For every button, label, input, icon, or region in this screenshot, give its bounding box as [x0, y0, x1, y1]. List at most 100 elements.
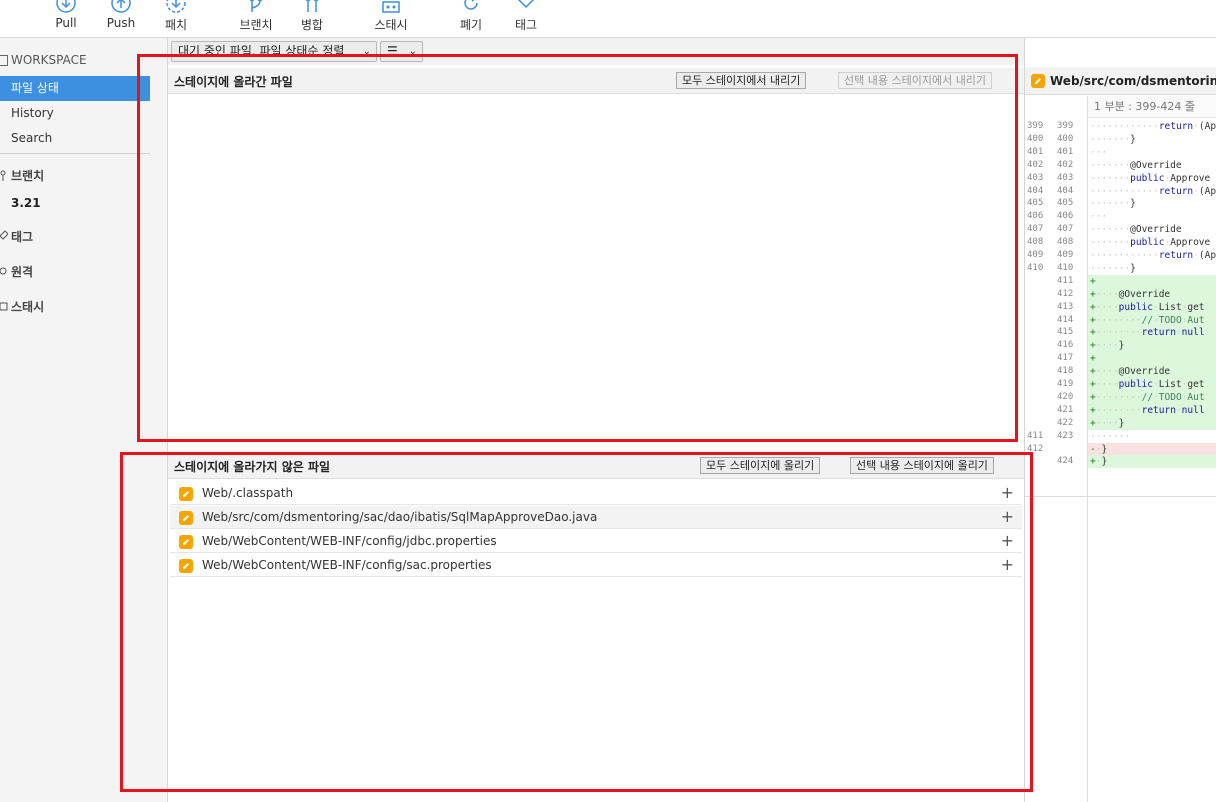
sidebar-section-tags[interactable]: 태그 — [0, 225, 33, 247]
diff-line: ·······@Override — [1090, 224, 1182, 236]
new-line-number: 424 — [1057, 456, 1074, 467]
diff-line: +····@Override — [1088, 365, 1216, 379]
modified-file-icon — [179, 487, 193, 501]
patch-button[interactable]: 패치 — [162, 0, 190, 36]
unstage-all-button[interactable]: 모두 스테이지에서 내리기 — [676, 72, 807, 89]
new-line-number: 410 — [1057, 262, 1074, 273]
push-icon — [110, 0, 132, 14]
sort-dropdown-value: 대기 중인 파일, 파일 상태순 정렬 — [178, 44, 345, 58]
new-line-number: 422 — [1057, 417, 1074, 428]
diff-line: ·······@Override — [1090, 159, 1182, 171]
diff-line: ······· — [1090, 430, 1131, 442]
file-row[interactable]: Web/.classpath + — [170, 482, 1022, 505]
new-line-number: 413 — [1057, 301, 1074, 312]
tag-button[interactable]: 태그 — [512, 0, 540, 36]
diff-line: +········return·null — [1088, 403, 1216, 417]
discard-icon — [460, 0, 482, 14]
file-row[interactable]: Web/src/com/dsmentoring/sac/dao/ibatis/S… — [170, 506, 1022, 529]
app-window: Pull Push 패치 브랜치 병합 스태시 폐기 태그 WORKSPACE … — [0, 0, 1216, 802]
old-line-number: 403 — [1027, 172, 1044, 183]
sidebar-item-search[interactable]: Search — [0, 126, 150, 151]
modified-file-icon — [179, 511, 193, 525]
old-line-number: 410 — [1027, 262, 1044, 273]
old-line-number: 408 — [1027, 237, 1044, 248]
pull-icon — [55, 0, 77, 14]
old-line-number: 412 — [1027, 443, 1044, 454]
remotes-label: 원격 — [11, 264, 34, 279]
tags-label: 태그 — [11, 229, 34, 244]
branch-icon — [245, 0, 267, 14]
patch-icon — [165, 0, 187, 14]
branches-label: 브랜치 — [11, 168, 45, 183]
staged-files-list[interactable] — [168, 95, 1024, 445]
old-line-number: 401 — [1027, 146, 1044, 157]
stash-label: 스태시 — [374, 18, 408, 32]
branch-button[interactable]: 브랜치 — [237, 0, 275, 36]
file-path: Web/src/com/dsmentoring/sac/dao/ibatis/S… — [202, 510, 598, 524]
stash-icon — [380, 0, 402, 14]
old-line-number: 405 — [1027, 198, 1044, 209]
file-row[interactable]: Web/WebContent/WEB-INF/config/jdbc.prope… — [170, 530, 1022, 553]
diff-line: -·} — [1088, 442, 1216, 456]
branch-label: 브랜치 — [239, 18, 273, 32]
diff-line: ············return·(App — [1090, 121, 1216, 132]
new-line-number: 408 — [1057, 237, 1074, 248]
pull-button[interactable]: Pull — [52, 0, 80, 36]
patch-label: 패치 — [164, 18, 188, 32]
stage-file-icon[interactable]: + — [1001, 556, 1014, 574]
push-button[interactable]: Push — [105, 0, 137, 36]
sidebar-section-remotes[interactable]: 원격 — [0, 260, 33, 282]
file-path: Web/WebContent/WEB-INF/config/sac.proper… — [202, 558, 492, 572]
stage-all-button[interactable]: 모두 스테이지에 올리기 — [700, 457, 821, 474]
new-line-number: 415 — [1057, 327, 1074, 338]
code-filler — [1087, 496, 1216, 802]
new-line-number: 407 — [1057, 224, 1074, 235]
sidebar-item-label: History — [11, 106, 54, 120]
new-line-number: 402 — [1057, 159, 1074, 170]
stash-button[interactable]: 스태시 — [372, 0, 410, 36]
sidebar-item-history[interactable]: History — [0, 101, 150, 126]
gutter-filler — [1025, 496, 1087, 802]
workspace-label: WORKSPACE — [11, 53, 87, 67]
new-line-number: 419 — [1057, 379, 1074, 389]
sidebar-item-file-status[interactable]: 파일 상태 — [0, 76, 150, 101]
current-branch[interactable]: 3.21 — [11, 196, 41, 210]
diff-line: +····} — [1088, 416, 1216, 430]
sidebar-item-label: Search — [11, 131, 53, 145]
file-row[interactable]: Web/WebContent/WEB-INF/config/sac.proper… — [170, 554, 1022, 577]
sidebar-section-stashes[interactable]: 스태시 — [0, 295, 44, 317]
diff-line: ············return·(App — [1090, 250, 1216, 261]
sort-dropdown[interactable]: 대기 중인 파일, 파일 상태순 정렬 ⌄ — [171, 41, 377, 62]
discard-button[interactable]: 폐기 — [457, 0, 485, 36]
stage-file-icon[interactable]: + — [1001, 508, 1014, 526]
stage-file-icon[interactable]: + — [1001, 532, 1014, 550]
old-line-number: 411 — [1027, 430, 1044, 441]
workspace-header: WORKSPACE — [0, 50, 87, 70]
new-line-number: 414 — [1057, 314, 1074, 325]
tag-small-icon — [0, 230, 9, 242]
view-dropdown[interactable]: ☰ ⌄ — [380, 41, 423, 62]
staged-files-header: 스테이지에 올라간 파일 모두 스테이지에서 내리기 선택 내용 스테이지에서 … — [168, 68, 1024, 94]
diff-line: + — [1088, 352, 1216, 366]
sidebar-section-branches[interactable]: 브랜치 — [0, 164, 44, 186]
new-line-number: 420 — [1057, 391, 1074, 402]
pull-label: Pull — [55, 16, 77, 30]
diff-line: +········//·TODO·Aut — [1088, 313, 1216, 327]
diff-code-area[interactable]: ············return·(App·······}·········… — [1087, 118, 1216, 496]
unstaged-files-title: 스테이지에 올라가지 않은 파일 — [174, 460, 331, 474]
modified-file-icon — [1031, 74, 1045, 88]
unstage-selected-button[interactable]: 선택 내용 스테이지에서 내리기 — [838, 72, 993, 89]
merge-label: 병합 — [300, 18, 324, 32]
merge-button[interactable]: 병합 — [298, 0, 326, 36]
diff-panel: Web/src/com/dsmentoring/sac/ 1 부분 : 399-… — [1024, 38, 1216, 802]
diff-line: ·······} — [1090, 133, 1136, 145]
old-line-number: 399 — [1027, 121, 1044, 131]
stage-selected-button[interactable]: 선택 내용 스테이지에 올리기 — [850, 457, 994, 474]
new-line-number: 403 — [1057, 172, 1074, 183]
stage-file-icon[interactable]: + — [1001, 484, 1014, 502]
modified-file-icon — [179, 559, 193, 573]
merge-icon — [301, 0, 323, 14]
staged-files-title: 스테이지에 올라간 파일 — [174, 75, 293, 89]
line-number-gutter: 399 399 400 400 401 401 402 402 403 403 404 404 405 4… — [1025, 118, 1087, 496]
diff-line: +····@Override — [1088, 287, 1216, 301]
